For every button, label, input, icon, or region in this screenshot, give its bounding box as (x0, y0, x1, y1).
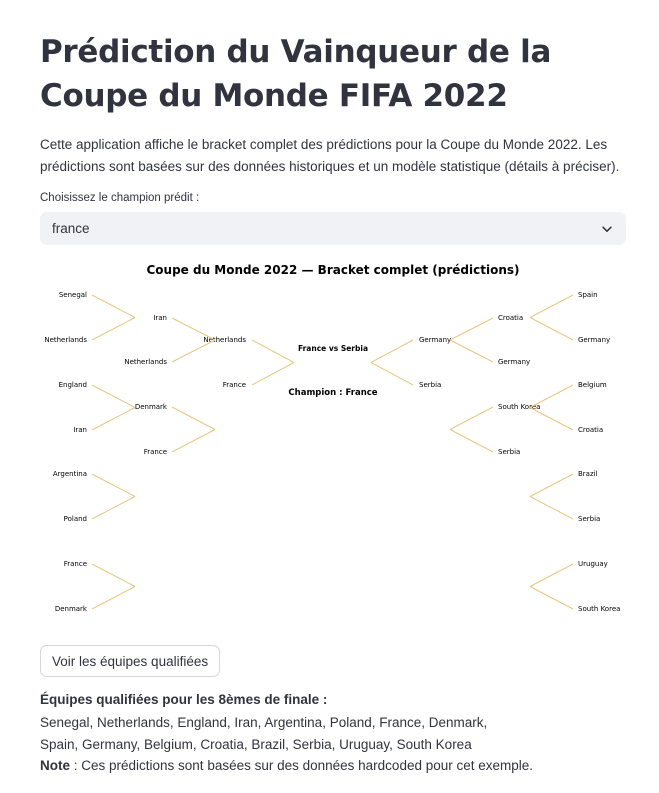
bracket-chart: Coupe du Monde 2022 — Bracket complet (p… (44, 263, 620, 613)
bracket-team-label: Croatia (498, 314, 523, 322)
bracket-team-label: Netherlands (124, 358, 167, 366)
bracket-connector-line (91, 384, 136, 408)
bracket-connector-line (91, 317, 136, 341)
bracket-connector-line (529, 317, 574, 341)
bracket-team-label: France (64, 560, 87, 568)
bracket-team-label: France (223, 381, 246, 389)
bracket-final-match: France vs Serbia (298, 344, 368, 353)
bracket-team-label: Germany (578, 336, 610, 344)
note-label: Note (40, 758, 70, 773)
bracket-connector-line (449, 339, 494, 363)
champion-select-value: france (52, 221, 90, 236)
bracket-team-label: Uruguay (578, 560, 608, 568)
bracket-connector-line (91, 586, 136, 610)
bracket-team-label: Netherlands (44, 336, 87, 344)
bracket-team-label: Serbia (498, 448, 520, 456)
bracket-connector-line (91, 563, 136, 587)
bracket-team-label: Iran (153, 314, 167, 322)
bracket-team-label: Argentina (53, 470, 87, 478)
bracket-connector-line (91, 407, 136, 431)
bracket-connector-line (529, 294, 574, 318)
bracket-connector-line (529, 563, 574, 587)
note-text: : Ces prédictions sont basées sur des do… (70, 758, 534, 773)
bracket-title: Coupe du Monde 2022 — Bracket complet (p… (146, 263, 519, 277)
bracket-connector-line (251, 362, 295, 386)
bracket-connector-line (91, 496, 136, 520)
qualified-line: Spain, Germany, Belgium, Croatia, Brazil… (40, 737, 472, 752)
bracket-team-label: South Korea (578, 605, 620, 613)
bracket-connector-line (529, 586, 574, 610)
champion-select-label: Choisissez le champion prédit : (40, 192, 200, 204)
bracket-team-label: Denmark (135, 403, 168, 411)
bracket-connector-line (91, 473, 136, 497)
bracket-team-label: Brazil (578, 470, 598, 478)
qualified-line: Senegal, Netherlands, England, Iran, Arg… (40, 715, 488, 730)
bracket-team-label: Senegal (59, 291, 87, 299)
qualified-list: Senegal, Netherlands, England, Iran, Arg… (40, 712, 600, 756)
bracket-team-label: Serbia (419, 381, 441, 389)
bracket-team-label: Croatia (578, 426, 603, 434)
bracket-team-label: Germany (498, 358, 530, 366)
bracket-figure: Coupe du Monde 2022 — Bracket complet (p… (40, 258, 626, 628)
bracket-connector-line (370, 339, 414, 363)
bracket-champion: Champion : France (288, 388, 377, 398)
bracket-team-label: Denmark (55, 605, 88, 613)
bracket-connector-line (529, 384, 574, 408)
bracket-connector-line (370, 362, 414, 386)
bracket-team-label: Spain (578, 291, 598, 299)
note: Note : Ces prédictions sont basées sur d… (40, 756, 533, 776)
intro-text: Cette application affiche le bracket com… (40, 137, 620, 174)
bracket-connector-line (449, 406, 494, 430)
bracket-team-label: Germany (419, 336, 451, 344)
page-title: Prédiction du Vainqueur de la Coupe du M… (40, 34, 552, 114)
bracket-connector-line (529, 407, 574, 431)
bracket-team-label: Iran (73, 426, 87, 434)
chevron-down-icon (602, 225, 612, 232)
bracket-connector-line (91, 294, 136, 318)
show-qualified-button[interactable]: Voir les équipes qualifiées (40, 645, 221, 677)
bracket-connector-line (171, 339, 216, 363)
bracket-team-label: France (144, 448, 167, 456)
bracket-connector-line (449, 317, 494, 341)
bracket-team-label: Belgium (578, 381, 607, 389)
bracket-connector-line (529, 496, 574, 520)
bracket-team-label: England (59, 381, 87, 389)
bracket-connector-line (171, 406, 216, 430)
bracket-connector-line (251, 339, 295, 363)
bracket-connector-line (171, 317, 216, 341)
bracket-connector-line (449, 429, 494, 453)
bracket-connector-line (529, 473, 574, 497)
bracket-team-label: Poland (64, 515, 87, 523)
champion-select[interactable]: france (40, 212, 626, 245)
bracket-team-label: Serbia (578, 515, 600, 523)
qualified-title: Équipes qualifiées pour les 8èmes de fin… (40, 692, 328, 707)
bracket-connector-line (171, 429, 216, 453)
